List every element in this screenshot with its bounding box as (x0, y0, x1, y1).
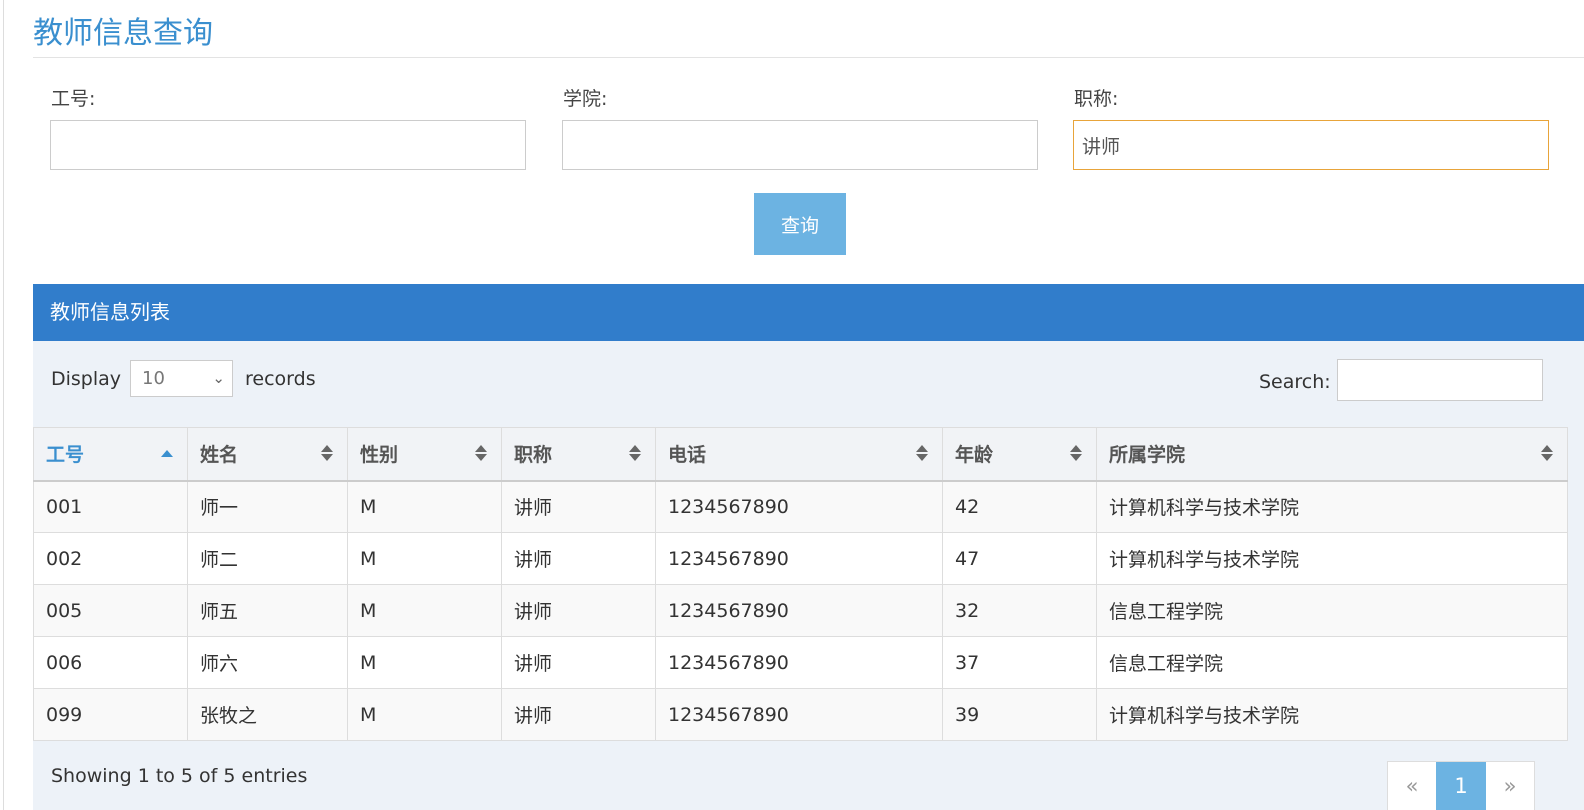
sort-icon (1541, 444, 1553, 462)
page-1-button[interactable]: 1 (1436, 762, 1486, 810)
cell-gender: M (347, 636, 502, 689)
cell-rank: 讲师 (501, 688, 656, 741)
cell-college: 信息工程学院 (1096, 584, 1568, 637)
column-header-phone[interactable]: 电话 (655, 427, 943, 482)
page-size-select[interactable]: 10 ⌄ (130, 360, 233, 397)
cell-name: 师五 (187, 584, 348, 637)
column-header-label: 姓名 (200, 444, 239, 467)
college-label: 学院: (563, 88, 608, 110)
column-header-label: 所属学院 (1109, 444, 1186, 467)
table-row[interactable]: 002 师二 M 讲师 1234567890 47 计算机科学与技术学院 (33, 532, 1568, 585)
cell-age: 47 (942, 532, 1097, 585)
column-header-label: 年龄 (955, 444, 994, 467)
rank-filter: 职称: (1073, 86, 1549, 170)
rank-label: 职称: (1074, 88, 1119, 110)
table-row[interactable]: 005 师五 M 讲师 1234567890 32 信息工程学院 (33, 584, 1568, 637)
cell-rank: 讲师 (501, 532, 656, 585)
cell-name: 师六 (187, 636, 348, 689)
page-title: 教师信息查询 (33, 16, 213, 51)
column-header-id[interactable]: 工号 (33, 427, 188, 482)
college-input[interactable] (562, 120, 1038, 170)
table-info: Showing 1 to 5 of 5 entries (51, 765, 308, 787)
cell-phone: 1234567890 (655, 532, 943, 585)
cell-rank: 讲师 (501, 584, 656, 637)
teacher-id-filter: 工号: (50, 86, 526, 170)
cell-gender: M (347, 688, 502, 741)
cell-college: 计算机科学与技术学院 (1096, 688, 1568, 741)
cell-college: 计算机科学与技术学院 (1096, 532, 1568, 585)
column-header-name[interactable]: 姓名 (187, 427, 348, 482)
cell-age: 42 (942, 480, 1097, 533)
search-input[interactable] (1337, 359, 1543, 401)
cell-age: 37 (942, 636, 1097, 689)
cell-age: 39 (942, 688, 1097, 741)
cell-college: 计算机科学与技术学院 (1096, 480, 1568, 533)
cell-gender: M (347, 532, 502, 585)
cell-id: 001 (33, 480, 188, 533)
prev-page-button[interactable]: « (1388, 762, 1436, 810)
sort-icon (1070, 444, 1082, 462)
page-size-value: 10 (142, 368, 165, 389)
cell-id: 099 (33, 688, 188, 741)
cell-rank: 讲师 (501, 636, 656, 689)
rank-input[interactable] (1073, 120, 1549, 170)
cell-phone: 1234567890 (655, 584, 943, 637)
cell-name: 师二 (187, 532, 348, 585)
cell-phone: 1234567890 (655, 480, 943, 533)
sort-asc-icon (161, 444, 173, 462)
cell-id: 006 (33, 636, 188, 689)
table-row[interactable]: 001 师一 M 讲师 1234567890 42 计算机科学与技术学院 (33, 480, 1568, 533)
cell-id: 005 (33, 584, 188, 637)
chevron-down-icon: ⌄ (212, 369, 225, 387)
cell-age: 32 (942, 584, 1097, 637)
table-header-row: 工号 姓名 性别 职称 电话 年龄 所属学院 (33, 427, 1568, 482)
search-label: Search: (1259, 371, 1331, 393)
cell-gender: M (347, 480, 502, 533)
sort-icon (916, 444, 928, 462)
cell-gender: M (347, 584, 502, 637)
panel-title: 教师信息列表 (33, 284, 1584, 341)
table-row[interactable]: 006 师六 M 讲师 1234567890 37 信息工程学院 (33, 636, 1568, 689)
column-header-age[interactable]: 年龄 (942, 427, 1097, 482)
query-button[interactable]: 查询 (754, 193, 846, 255)
teacher-table: 工号 姓名 性别 职称 电话 年龄 所属学院 001 师一 M 讲师 12345… (33, 427, 1568, 741)
records-label: records (245, 368, 316, 390)
pagination: « 1 » (1387, 761, 1535, 810)
sort-icon (629, 444, 641, 462)
teacher-id-label: 工号: (51, 88, 96, 110)
left-border (3, 0, 4, 810)
next-page-button[interactable]: » (1486, 762, 1534, 810)
column-header-college[interactable]: 所属学院 (1096, 427, 1568, 482)
column-header-label: 职称 (514, 444, 553, 467)
display-label: Display (51, 368, 122, 390)
college-filter: 学院: (562, 86, 1038, 170)
cell-id: 002 (33, 532, 188, 585)
cell-name: 师一 (187, 480, 348, 533)
sort-icon (321, 444, 333, 462)
column-header-rank[interactable]: 职称 (501, 427, 656, 482)
cell-name: 张牧之 (187, 688, 348, 741)
column-header-label: 电话 (668, 444, 707, 467)
column-header-gender[interactable]: 性别 (347, 427, 502, 482)
cell-rank: 讲师 (501, 480, 656, 533)
cell-phone: 1234567890 (655, 636, 943, 689)
cell-college: 信息工程学院 (1096, 636, 1568, 689)
cell-phone: 1234567890 (655, 688, 943, 741)
sort-icon (475, 444, 487, 462)
column-header-label: 性别 (360, 444, 399, 467)
title-divider (33, 57, 1584, 58)
table-row[interactable]: 099 张牧之 M 讲师 1234567890 39 计算机科学与技术学院 (33, 688, 1568, 741)
column-header-label: 工号 (46, 444, 85, 467)
teacher-id-input[interactable] (50, 120, 526, 170)
